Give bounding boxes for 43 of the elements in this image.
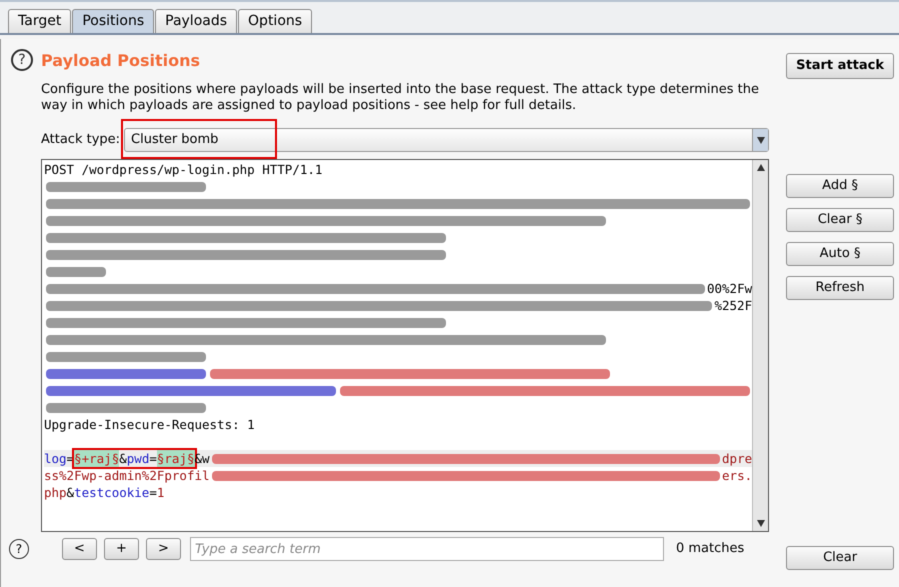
code-text: ss%2Fwp-admin%2Fprofil (44, 467, 210, 484)
code-text: dpre (722, 450, 752, 467)
position-button[interactable]: Add § (786, 174, 894, 198)
start-attack-button[interactable]: Start attack (786, 53, 894, 79)
code-text: ers. (722, 467, 752, 484)
payload-marker: §+raj§ (74, 450, 120, 467)
code-text: = (149, 484, 157, 501)
help-icon[interactable]: ? (8, 539, 29, 559)
code-text: = (149, 450, 157, 467)
add-button[interactable]: + (104, 538, 139, 560)
position-button[interactable]: Refresh (786, 276, 894, 300)
scrollbar[interactable] (752, 160, 768, 531)
code-text: 1 (156, 484, 164, 501)
code-text: testcookie (74, 484, 150, 501)
attack-type-dropdown[interactable]: Cluster bomb (124, 128, 770, 152)
next-button[interactable]: > (146, 538, 181, 560)
code-text: log (44, 450, 67, 467)
description-text: Configure the positions where payloads will be inserted into the base request. The attack type determines the way in which payloads are assigned to payload positions - see help for full details. (40, 82, 760, 114)
attack-type-label: Attack type: (40, 131, 120, 150)
scroll-down-icon[interactable] (756, 520, 765, 527)
scroll-up-icon[interactable] (756, 164, 765, 171)
code-text: php (44, 484, 67, 501)
tab[interactable]: Payloads (155, 9, 238, 33)
help-icon[interactable]: ? (11, 49, 33, 71)
position-button[interactable]: Clear § (786, 208, 894, 232)
code-text: & (119, 450, 127, 467)
clear-button[interactable]: Clear (786, 546, 894, 570)
previous-button[interactable]: < (62, 538, 97, 560)
tab[interactable]: Target (8, 9, 72, 33)
position-button[interactable]: Auto § (786, 242, 894, 266)
code-text: pwd (126, 450, 150, 467)
match-count: 0 matches (676, 540, 744, 558)
tab[interactable]: Positions (72, 9, 154, 33)
section-title: Payload Positions (40, 50, 202, 72)
code-text: POST /wordpress/wp-login.php HTTP/1.1 (44, 161, 322, 178)
code-text: 00%2Fw (706, 280, 752, 297)
code-text: %252F (714, 297, 752, 314)
payload-marker: §raj§ (156, 450, 195, 467)
code-text: & (66, 484, 74, 501)
code-text: Upgrade-Insecure-Requests: 1 (44, 416, 255, 433)
tab[interactable]: Options (238, 9, 312, 33)
dropdown-arrow-icon[interactable] (756, 136, 765, 144)
search-field[interactable]: Type a search term (190, 537, 664, 561)
